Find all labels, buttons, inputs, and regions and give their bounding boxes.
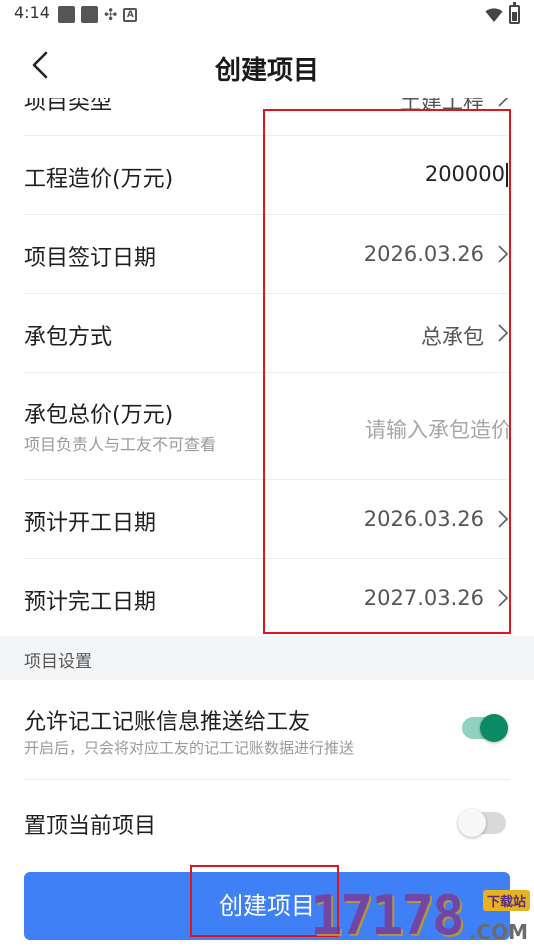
status-time: 4:14 <box>14 3 50 22</box>
form-row-sign-date[interactable]: 项目签订日期 2026.03.26 <box>24 215 510 294</box>
form-row-contract-mode[interactable]: 承包方式 总承包 <box>24 294 510 373</box>
battery-icon <box>509 2 520 24</box>
row-label: 承包总价(万元) <box>24 403 174 428</box>
watermark-digits: 17178 <box>310 884 465 947</box>
row-sublabel: 项目负责人与工友不可查看 <box>24 435 217 454</box>
project-form: 项目类型 土建工程 工程造价(万元) 200000 项目签订日期 2026.03… <box>0 98 534 638</box>
form-row-start-date[interactable]: 预计开工日期 2026.03.26 <box>24 480 510 559</box>
chevron-right-icon <box>498 589 509 607</box>
section-title: 项目设置 <box>24 652 92 672</box>
form-row-end-date[interactable]: 预计完工日期 2027.03.26 <box>24 559 510 638</box>
push-toggle[interactable] <box>462 714 508 742</box>
chevron-right-icon <box>498 324 509 342</box>
text-cursor <box>506 163 508 187</box>
setting-sublabel: 开启后，只会将对应工友的记工记账数据进行推送 <box>24 739 355 757</box>
setting-label: 允许记工记账信息推送给工友 <box>24 710 311 735</box>
chevron-right-icon <box>498 510 509 528</box>
row-value: 土建工程 <box>400 98 484 114</box>
nav-bar: 创建项目 <box>0 30 534 98</box>
row-value: 2026.03.26 <box>363 507 484 531</box>
pin-toggle[interactable] <box>458 809 506 837</box>
settings-section-header: 项目设置 <box>0 636 534 680</box>
cost-input[interactable]: 200000 <box>425 162 508 187</box>
toggle-knob <box>458 809 486 837</box>
row-label: 工程造价(万元) <box>24 167 174 192</box>
setting-push-to-workers: 允许记工记账信息推送给工友 开启后，只会将对应工友的记工记账数据进行推送 <box>24 680 510 780</box>
status-bar: 4:14 ✣ A <box>0 0 534 30</box>
cost-value: 200000 <box>424 162 505 186</box>
form-row-cost[interactable]: 工程造价(万元) 200000 <box>24 136 510 215</box>
setting-pin-project: 置顶当前项目 <box>24 780 510 862</box>
notification-icons: ✣ A <box>58 5 138 24</box>
row-value: 2027.03.26 <box>363 586 484 610</box>
a-badge-icon: A <box>123 7 138 22</box>
chevron-right-icon <box>498 245 509 263</box>
form-row-project-type[interactable]: 项目类型 土建工程 <box>24 98 510 136</box>
page-title: 创建项目 <box>214 56 319 86</box>
row-label: 项目类型 <box>24 98 113 115</box>
toggle-knob <box>480 714 508 742</box>
contract-total-input[interactable]: 请输入承包造价 <box>365 414 512 444</box>
row-label: 承包方式 <box>24 325 113 350</box>
row-value: 2026.03.26 <box>363 242 484 266</box>
row-value: 总承包 <box>421 325 484 349</box>
row-label: 项目签订日期 <box>24 246 157 271</box>
wifi-icon <box>485 7 503 22</box>
watermark-suffix: .COM <box>468 920 528 944</box>
site-watermark: 17178 下载站 .COM <box>310 884 534 950</box>
setting-label: 置顶当前项目 <box>24 814 157 839</box>
photo-icon <box>81 6 98 23</box>
photo-icon <box>58 6 75 23</box>
form-row-contract-total[interactable]: 承包总价(万元) 项目负责人与工友不可查看 请输入承包造价 <box>24 373 512 480</box>
watermark-badge: 下载站 <box>482 890 530 911</box>
row-label: 预计完工日期 <box>24 590 157 615</box>
sync-icon: ✣ <box>104 5 118 24</box>
row-label: 预计开工日期 <box>24 511 157 536</box>
chevron-right-icon <box>498 98 509 107</box>
system-icons <box>485 2 520 24</box>
